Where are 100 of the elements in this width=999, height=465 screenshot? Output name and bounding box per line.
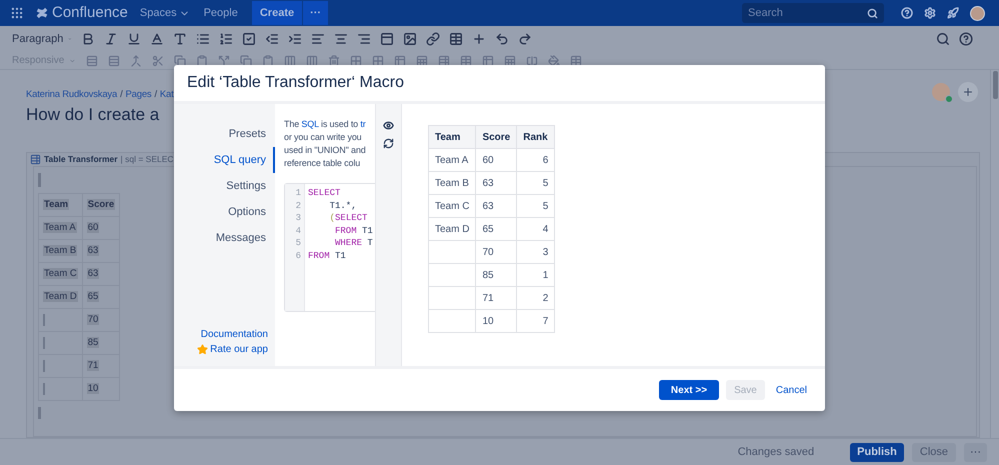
text-style-icon[interactable]	[173, 32, 187, 46]
column-header: Team	[43, 199, 70, 210]
numbered-list-icon[interactable]	[219, 32, 233, 46]
line-number: 3	[296, 212, 301, 224]
table-cell: 70	[482, 246, 494, 258]
table-cell: 65	[86, 291, 100, 302]
help-icon[interactable]	[901, 7, 913, 19]
bold-icon[interactable]	[81, 32, 95, 46]
more-button[interactable]: ···	[964, 442, 987, 462]
align-center-icon[interactable]	[334, 32, 348, 46]
product-name[interactable]: Confluence	[52, 2, 128, 24]
dialog-title: Edit ‘Table Transformer‘ Macro	[187, 73, 404, 93]
redo-icon[interactable]	[518, 32, 532, 46]
search-field[interactable]: Search	[742, 3, 884, 23]
table-cell: 5	[542, 200, 548, 212]
description-link[interactable]: tr	[360, 119, 366, 129]
bullet-list-icon[interactable]	[196, 32, 210, 46]
column-header: Team	[428, 126, 476, 148]
online-badge	[945, 95, 953, 103]
search-icon	[867, 8, 878, 18]
plus-icon	[962, 86, 974, 98]
avatar[interactable]	[970, 6, 985, 20]
dialog-nav-tab[interactable]: SQL query	[214, 147, 275, 173]
table-cell: Team D	[435, 224, 470, 234]
link-icon[interactable]	[426, 32, 440, 46]
table-cell: 63	[482, 178, 494, 188]
table-cell: 60	[86, 222, 100, 234]
task-icon[interactable]	[242, 32, 256, 46]
copy-icon[interactable]	[240, 54, 252, 66]
text-cursor	[43, 337, 45, 350]
copy-icon[interactable]	[174, 54, 186, 66]
rate-app-link[interactable]: Rate our app	[210, 342, 268, 357]
nav-link[interactable]: People	[204, 4, 238, 22]
column-header: Rank	[516, 126, 555, 148]
table-split-icon[interactable]	[526, 54, 538, 66]
code-editor[interactable]: 1 2 3 4 5 6 SELECT T1.*, (SELECT FROM T1 WHERE T FROM T1	[284, 183, 375, 312]
paste-icon[interactable]	[196, 54, 208, 66]
macro-name: Table Transformer	[44, 153, 118, 166]
text-color-icon[interactable]	[150, 32, 164, 46]
breadcrumb-link[interactable]: Pages	[126, 88, 152, 102]
dialog-nav-tab[interactable]: Settings	[226, 173, 275, 199]
code-line: FROM T1	[334, 224, 373, 237]
undo-icon[interactable]	[495, 32, 509, 46]
italic-icon[interactable]	[104, 32, 118, 46]
more-button[interactable]: ···	[303, 1, 328, 25]
star-icon	[197, 344, 208, 355]
line-number: 6	[296, 250, 301, 262]
outdent-icon[interactable]	[265, 32, 279, 46]
create-button[interactable]: Create	[252, 1, 302, 25]
dialog-nav-tab[interactable]: Messages	[216, 225, 275, 251]
table-column-icon[interactable]	[306, 54, 318, 66]
rocket-icon[interactable]	[947, 7, 959, 19]
insert-icon[interactable]	[472, 32, 486, 46]
image-icon[interactable]	[403, 32, 417, 46]
underline-icon[interactable]	[127, 32, 141, 46]
refresh-icon[interactable]	[383, 138, 394, 149]
help-icon[interactable]	[959, 32, 973, 46]
table-cell: 63	[86, 245, 100, 256]
align-left-icon[interactable]	[311, 32, 325, 46]
code-line: FROM T1	[308, 250, 347, 262]
table-cell: Team A	[435, 154, 468, 166]
table-cell: 70	[86, 314, 100, 326]
save-status: Changes saved	[738, 444, 814, 460]
code-line: WHERE T	[334, 237, 373, 250]
dialog-nav-tab[interactable]: Options	[228, 199, 275, 225]
layout-icon[interactable]	[380, 32, 394, 46]
app-switcher-icon[interactable]	[10, 6, 24, 20]
page-title[interactable]: How do I create a	[26, 105, 160, 124]
indent-icon[interactable]	[288, 32, 302, 46]
table-icon[interactable]	[482, 54, 494, 66]
nav-link[interactable]: Spaces	[140, 4, 190, 22]
publish-button[interactable]: Publish	[850, 442, 904, 462]
breadcrumb-link[interactable]: Kat	[160, 88, 174, 102]
paragraph-dropdown[interactable]: Paragraph	[12, 30, 72, 48]
documentation-link[interactable]: Documentation	[200, 327, 275, 342]
dialog-nav-tab[interactable]: Presets	[228, 121, 275, 147]
table-icon[interactable]	[394, 54, 406, 66]
split-icon[interactable]	[218, 54, 230, 66]
logo-icon	[36, 7, 48, 19]
table-cell: 71	[482, 292, 494, 304]
align-right-icon[interactable]	[357, 32, 371, 46]
settings-icon[interactable]	[924, 7, 936, 19]
delete-icon[interactable]	[328, 54, 340, 66]
table-cell: 3	[542, 246, 548, 258]
table-cell: 1	[542, 270, 548, 280]
paste-icon[interactable]	[262, 54, 274, 66]
preview-icon[interactable]	[383, 120, 394, 131]
add-button[interactable]	[958, 82, 978, 102]
table-cell: Team C	[435, 200, 470, 212]
search-icon[interactable]	[936, 32, 950, 46]
table-column-icon[interactable]	[284, 54, 296, 66]
table-icon[interactable]	[449, 32, 463, 46]
scrollbar-thumb[interactable]	[992, 71, 998, 99]
table-cell: 85	[482, 270, 494, 280]
next-button[interactable]: Next >>	[658, 380, 720, 400]
breadcrumb-link[interactable]: Katerina Rudkovskaya	[26, 88, 118, 102]
table-cell: 63	[482, 200, 494, 212]
text-cursor	[43, 360, 45, 372]
cancel-link[interactable]: Cancel	[772, 380, 811, 400]
description-link[interactable]: SQL	[301, 119, 319, 129]
